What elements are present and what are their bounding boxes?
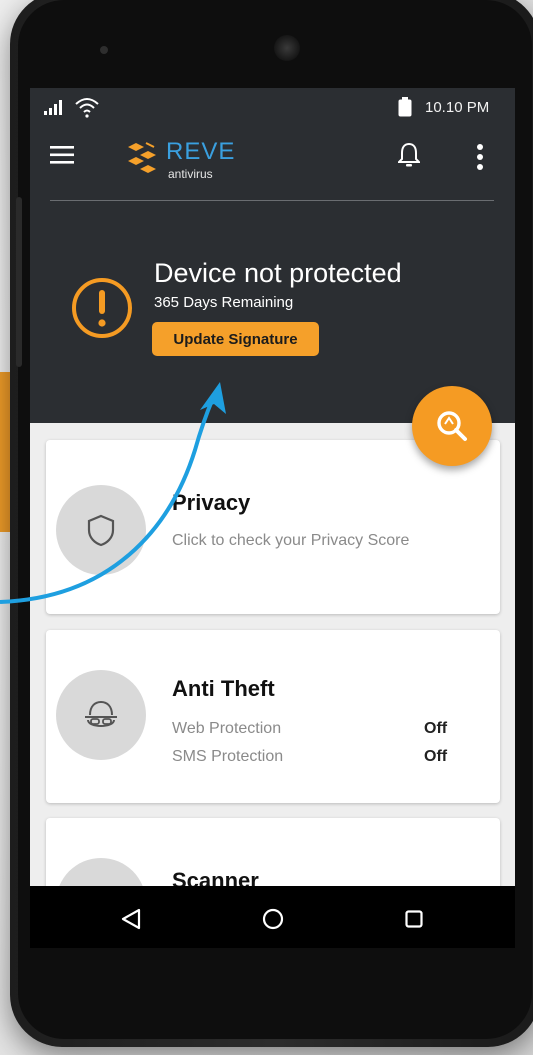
recent-apps-icon[interactable] (405, 910, 423, 928)
front-camera (274, 35, 300, 61)
anti-theft-card[interactable]: Anti Theft Web Protection Off SMS Protec… (46, 630, 500, 803)
anti-theft-icon-circle (56, 670, 146, 760)
sms-protection-label: SMS Protection (172, 748, 284, 765)
brand-subtitle: antivirus (168, 167, 213, 181)
days-remaining: 365 Days Remaining (154, 294, 294, 311)
app-bar: REVE antivirus (30, 126, 515, 198)
web-protection-status: Off (424, 720, 448, 737)
header-divider (50, 200, 494, 201)
reve-logo-icon (128, 142, 156, 173)
signal-icon (44, 100, 62, 115)
reve-logo: REVE antivirus (126, 136, 246, 181)
scanner-title: Scanner (172, 868, 259, 886)
scanner-card[interactable]: Scanner (46, 818, 500, 886)
anti-theft-title: Anti Theft (172, 676, 275, 701)
update-signature-button[interactable]: Update Signature (152, 322, 319, 356)
stage: 10.10 PM REVE antivirus Device not prote… (0, 0, 533, 1055)
back-icon[interactable] (121, 908, 141, 930)
bell-icon[interactable] (398, 142, 420, 168)
more-icon[interactable] (476, 144, 484, 170)
battery-icon (398, 97, 412, 117)
menu-icon[interactable] (50, 146, 74, 164)
scanner-icon-circle (56, 858, 146, 886)
warning-icon (72, 278, 132, 338)
home-icon[interactable] (262, 908, 284, 930)
brand-name: REVE (166, 138, 236, 165)
annotation-arrow (0, 382, 226, 604)
protection-title: Device not protected (154, 258, 402, 288)
wifi-icon (75, 98, 99, 118)
sms-protection-status: Off (424, 748, 448, 765)
side-button (16, 197, 22, 367)
web-protection-label: Web Protection (172, 720, 282, 737)
status-time: 10.10 PM (425, 99, 490, 116)
thief-icon (85, 700, 117, 727)
status-bar: 10.10 PM (30, 88, 515, 126)
scan-fab-button[interactable] (412, 386, 492, 466)
navigation-bar (30, 886, 515, 948)
scan-search-icon (437, 411, 467, 441)
front-sensor (100, 46, 108, 54)
